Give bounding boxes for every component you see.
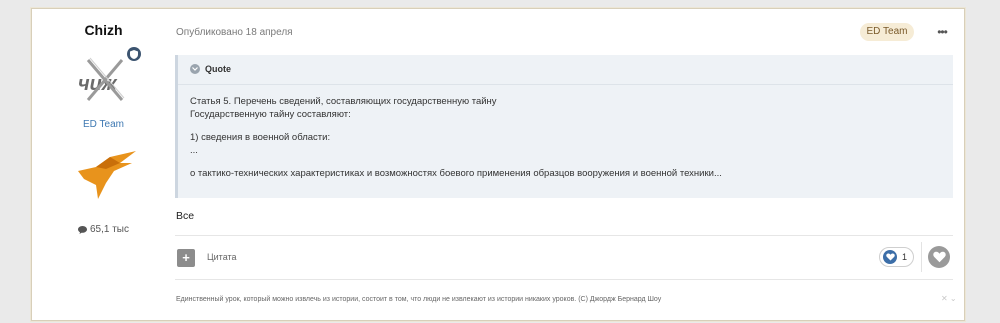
quote-line: Статья 5. Перечень сведений, составляющи… <box>190 96 497 107</box>
quote-header: Quote <box>190 64 231 74</box>
divider <box>175 279 953 280</box>
quote-block: Quote Статья 5. Перечень сведений, соста… <box>175 55 953 198</box>
reaction-count: 1 <box>902 252 908 262</box>
author-name[interactable]: Chizh <box>32 22 175 38</box>
divider <box>921 242 922 272</box>
reaction-count-button[interactable]: 1 <box>879 247 914 267</box>
quote-line: ... <box>190 145 198 156</box>
author-panel: Chizh чиж ED Team 65,1 тыс <box>32 9 175 320</box>
multiquote-button[interactable]: + <box>177 249 195 267</box>
heart-reaction-icon <box>883 250 897 264</box>
post-count-value: 65,1 тыс <box>89 224 129 235</box>
post-main: Опубликовано 18 апреля ED Team ••• Quote… <box>175 9 964 320</box>
more-options-button[interactable]: ••• <box>932 23 952 41</box>
heart-icon[interactable] <box>928 246 950 268</box>
quote-line: Государственную тайну составляют: <box>190 109 351 120</box>
author-group: ED Team <box>83 119 124 130</box>
chevron-down-icon[interactable] <box>190 64 200 74</box>
signature: Единственный урок, который можно извлечь… <box>176 296 662 303</box>
orange-bird-rank-icon <box>78 151 136 199</box>
hide-signature-button[interactable]: ✕ ⌄ <box>941 294 957 303</box>
quote-body: Статья 5. Перечень сведений, составляющи… <box>190 95 722 180</box>
comment-icon <box>77 225 87 234</box>
published-date[interactable]: Опубликовано 18 апреля <box>176 27 293 38</box>
post-card: Chizh чиж ED Team 65,1 тыс Опубликовано … <box>31 8 965 321</box>
avatar[interactable]: чиж <box>76 56 132 102</box>
quote-divider <box>178 84 953 85</box>
quote-button[interactable]: Цитата <box>207 252 237 262</box>
quote-line: о тактико-технических характеристиках и … <box>190 168 722 179</box>
divider <box>175 235 953 236</box>
post-count: 65,1 тыс <box>32 224 175 235</box>
post-text: Все <box>176 210 195 222</box>
shield-icon <box>127 47 141 61</box>
status-badge: ED Team <box>860 23 914 41</box>
quote-line: 1) сведения в военной области: <box>190 132 331 143</box>
quote-title: Quote <box>205 64 231 74</box>
